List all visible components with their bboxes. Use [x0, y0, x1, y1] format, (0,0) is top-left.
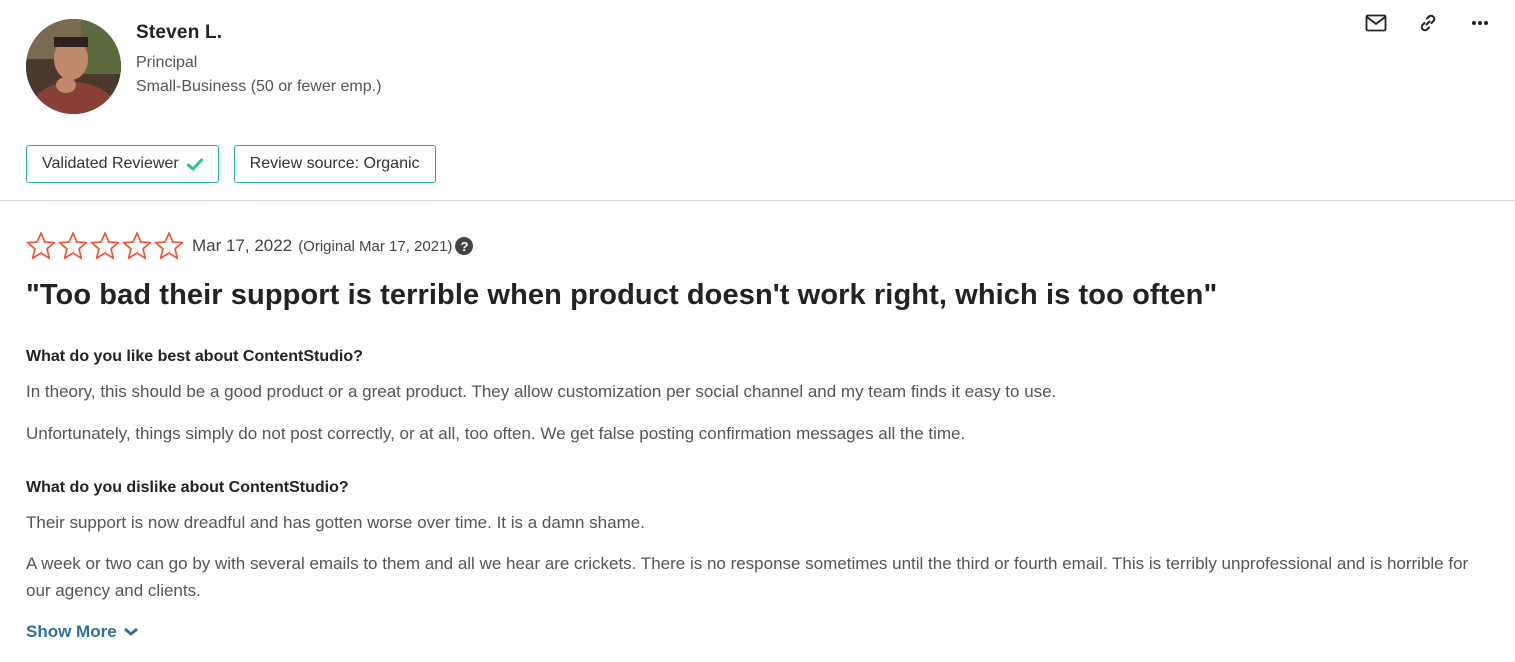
- link-icon[interactable]: [1417, 12, 1439, 34]
- star-icon: [26, 232, 56, 260]
- like-answer-1: In theory, this should be a good product…: [26, 382, 1057, 401]
- like-answer-2: Unfortunately, things simply do not post…: [26, 424, 966, 443]
- reviewer-badges: Validated Reviewer Review source: Organi…: [26, 145, 436, 183]
- dislike-answer-2: A week or two can go by with several ema…: [26, 554, 1469, 600]
- review-source-badge: Review source: Organic: [233, 145, 436, 183]
- star-rating: [26, 231, 184, 261]
- reviewer-role: Principal: [136, 54, 198, 71]
- like-question: What do you like best about ContentStudi…: [26, 348, 363, 365]
- dislike-answer-1: Their support is now dreadful and has go…: [26, 513, 645, 532]
- show-more-label: Show More: [26, 622, 117, 641]
- review-source-label: Review source: Organic: [249, 155, 420, 172]
- review-actions: [1365, 12, 1491, 34]
- divider: [0, 200, 1515, 201]
- help-icon[interactable]: ?: [455, 237, 474, 255]
- validated-reviewer-label: Validated Reviewer: [42, 155, 179, 172]
- check-icon: [186, 158, 203, 170]
- chevron-down-icon: [123, 627, 138, 636]
- avatar: [26, 19, 121, 114]
- show-more-link[interactable]: Show More: [26, 622, 139, 642]
- review-title: "Too bad their support is terrible when …: [26, 279, 1218, 311]
- reviewer-company-size: Small-Business (50 or fewer emp.): [136, 78, 382, 95]
- star-icon: [122, 232, 152, 260]
- original-date: (Original Mar 17, 2021): [298, 237, 453, 255]
- star-icon: [90, 232, 120, 260]
- review-date: Mar 17, 2022: [192, 236, 293, 255]
- star-icon: [154, 232, 184, 260]
- validated-reviewer-badge: Validated Reviewer: [26, 145, 219, 183]
- rating-row: Mar 17, 2022 (Original Mar 17, 2021) ?: [26, 231, 474, 261]
- reviewer-info: Steven L. Principal Small-Business (50 o…: [136, 22, 381, 96]
- dislike-question: What do you dislike about ContentStudio?: [26, 479, 349, 496]
- more-icon[interactable]: [1469, 12, 1491, 34]
- mail-icon[interactable]: [1365, 12, 1387, 34]
- reviewer-name: Steven L.: [136, 22, 223, 43]
- star-icon: [58, 232, 88, 260]
